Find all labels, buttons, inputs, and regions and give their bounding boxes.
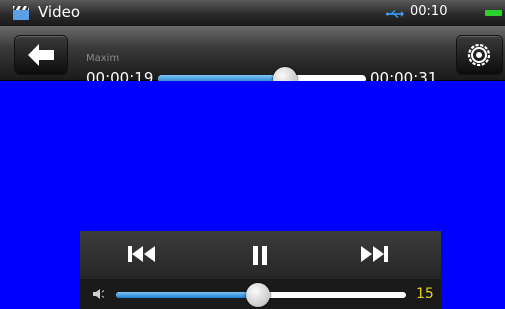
- settings-icon: [467, 43, 491, 67]
- playback-panel: 15: [80, 231, 441, 309]
- skip-previous-icon: [128, 246, 155, 262]
- next-button[interactable]: [360, 244, 390, 268]
- volume-level-fill: [116, 292, 258, 298]
- app-title: Video: [38, 3, 81, 21]
- skip-next-icon: [361, 246, 388, 262]
- speaker-icon: [93, 289, 105, 299]
- video-player-screen: Video 00:10 Maxim 00:00:19 00:00:31 15: [0, 0, 505, 309]
- back-arrow-icon: [28, 44, 54, 66]
- status-clock: 00:10: [410, 4, 448, 19]
- transport-controls: [80, 231, 441, 279]
- volume-value: 15: [416, 286, 434, 302]
- back-button[interactable]: [14, 35, 68, 75]
- top-control-bar: Maxim 00:00:19 00:00:31: [0, 26, 505, 91]
- settings-button[interactable]: [456, 35, 503, 75]
- track-title: Maxim: [86, 53, 120, 64]
- status-bar: Video 00:10: [0, 0, 505, 26]
- clapperboard-icon: [13, 6, 29, 20]
- previous-button[interactable]: [128, 244, 156, 268]
- volume-row: 15: [80, 279, 441, 309]
- pause-icon: [253, 246, 267, 265]
- battery-icon: [485, 10, 502, 16]
- usb-icon: [386, 10, 404, 18]
- volume-thumb[interactable]: [246, 283, 270, 307]
- volume-slider[interactable]: [116, 283, 406, 307]
- pause-button[interactable]: [252, 244, 268, 270]
